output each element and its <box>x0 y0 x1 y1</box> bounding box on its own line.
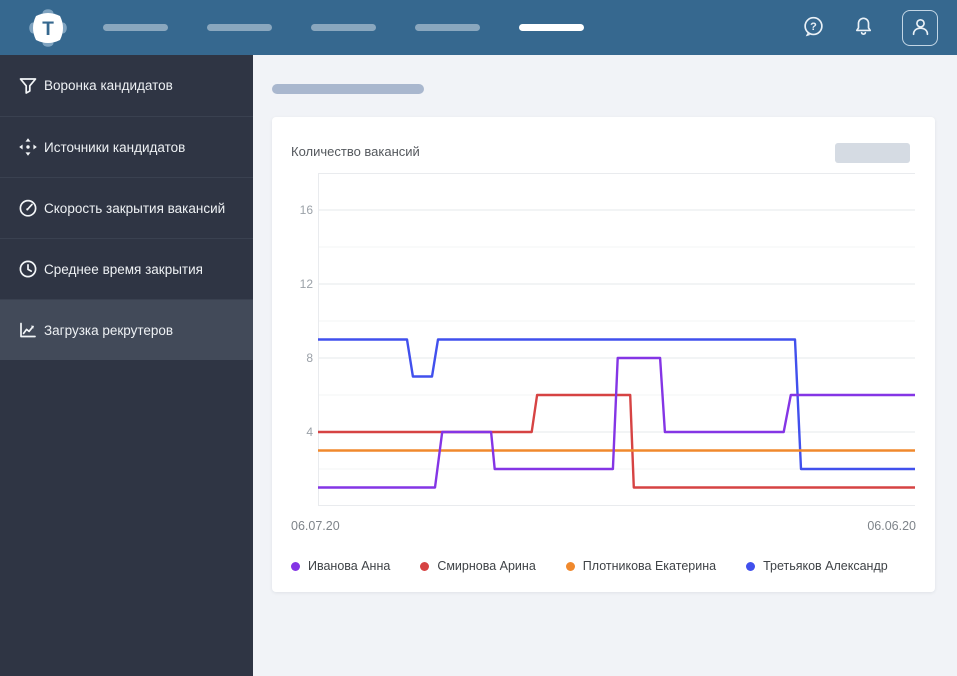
chart-card: Количество вакансий 4 8 12 16 06.07.20 06.0… <box>272 117 935 592</box>
app-logo[interactable]: T <box>28 8 68 48</box>
legend-item[interactable]: Смирнова Арина <box>420 559 536 573</box>
move-icon <box>18 137 38 157</box>
sidebar-item-recruiter-load[interactable]: Загрузка рекрутеров <box>0 299 253 360</box>
profile-button[interactable] <box>902 9 938 46</box>
navbar-actions: ? <box>802 9 938 46</box>
y-tick-label: 4 <box>306 425 313 439</box>
legend-label: Смирнова Арина <box>437 559 536 573</box>
legend-dot <box>746 561 756 571</box>
sidebar-item-label: Загрузка рекрутеров <box>44 322 174 338</box>
nav-placeholder-menu <box>103 24 584 31</box>
x-axis-labels: 06.07.20 06.06.20 <box>291 519 916 533</box>
legend-item[interactable]: Третьяков Александр <box>746 559 888 573</box>
y-tick-label: 12 <box>299 277 313 291</box>
notifications-button[interactable] <box>852 15 875 41</box>
legend-dot <box>420 561 430 571</box>
page-title-placeholder <box>272 84 424 94</box>
chart-filter-placeholder[interactable] <box>835 143 910 163</box>
main-content: Количество вакансий 4 8 12 16 06.07.20 06.0… <box>253 55 957 676</box>
chart-card-header: Количество вакансий <box>291 117 916 173</box>
x-axis-start-label: 06.07.20 <box>291 519 340 533</box>
line-chart-icon <box>18 320 38 340</box>
sidebar-item-candidate-sources[interactable]: Источники кандидатов <box>0 116 253 177</box>
svg-text:?: ? <box>810 21 817 33</box>
bell-icon <box>852 15 875 41</box>
legend-item[interactable]: Плотникова Екатерина <box>565 559 717 573</box>
sidebar-item-closing-speed[interactable]: Скорость закрытия вакансий <box>0 177 253 238</box>
top-navbar: T ? <box>0 0 957 55</box>
sidebar: Воронка кандидатов Источники кандидатов … <box>0 55 253 676</box>
legend-label: Иванова Анна <box>308 559 391 573</box>
sidebar-item-label: Среднее время закрытия <box>44 261 203 277</box>
legend-label: Третьяков Александр <box>763 559 888 573</box>
legend-item[interactable]: Иванова Анна <box>291 559 390 573</box>
legend-dot <box>565 561 575 571</box>
nav-item-placeholder-3[interactable] <box>311 24 376 31</box>
y-tick-label: 16 <box>299 203 313 217</box>
nav-item-placeholder-4[interactable] <box>415 24 480 31</box>
nav-item-placeholder-1[interactable] <box>103 24 168 31</box>
chart-svg <box>318 173 915 506</box>
help-button[interactable]: ? <box>802 15 825 41</box>
chart-legend: Иванова Анна Смирнова Арина Плотникова Ека… <box>291 559 916 573</box>
sidebar-item-candidate-funnel[interactable]: Воронка кандидатов <box>0 55 253 116</box>
logo-letter: T <box>42 19 54 40</box>
sidebar-item-label: Скорость закрытия вакансий <box>44 200 226 216</box>
funnel-icon <box>18 76 38 96</box>
chart-area: 4 8 12 16 <box>291 173 916 506</box>
chart-plot <box>318 173 915 506</box>
y-tick-label: 8 <box>306 351 313 365</box>
y-axis-labels: 4 8 12 16 <box>291 173 313 506</box>
nav-item-placeholder-2[interactable] <box>207 24 272 31</box>
sidebar-item-label: Воронка кандидатов <box>44 78 173 93</box>
gauge-icon <box>18 198 38 218</box>
nav-item-placeholder-active[interactable] <box>519 24 584 31</box>
clock-icon <box>18 259 38 279</box>
sidebar-item-label: Источники кандидатов <box>44 139 186 155</box>
legend-label: Плотникова Екатерина <box>582 559 717 573</box>
sidebar-item-average-closing-time[interactable]: Среднее время закрытия <box>0 238 253 299</box>
chart-title: Количество вакансий <box>291 144 420 159</box>
help-icon: ? <box>802 15 825 41</box>
legend-dot <box>291 561 300 571</box>
user-icon <box>910 16 931 40</box>
x-axis-end-label: 06.06.20 <box>867 519 916 533</box>
